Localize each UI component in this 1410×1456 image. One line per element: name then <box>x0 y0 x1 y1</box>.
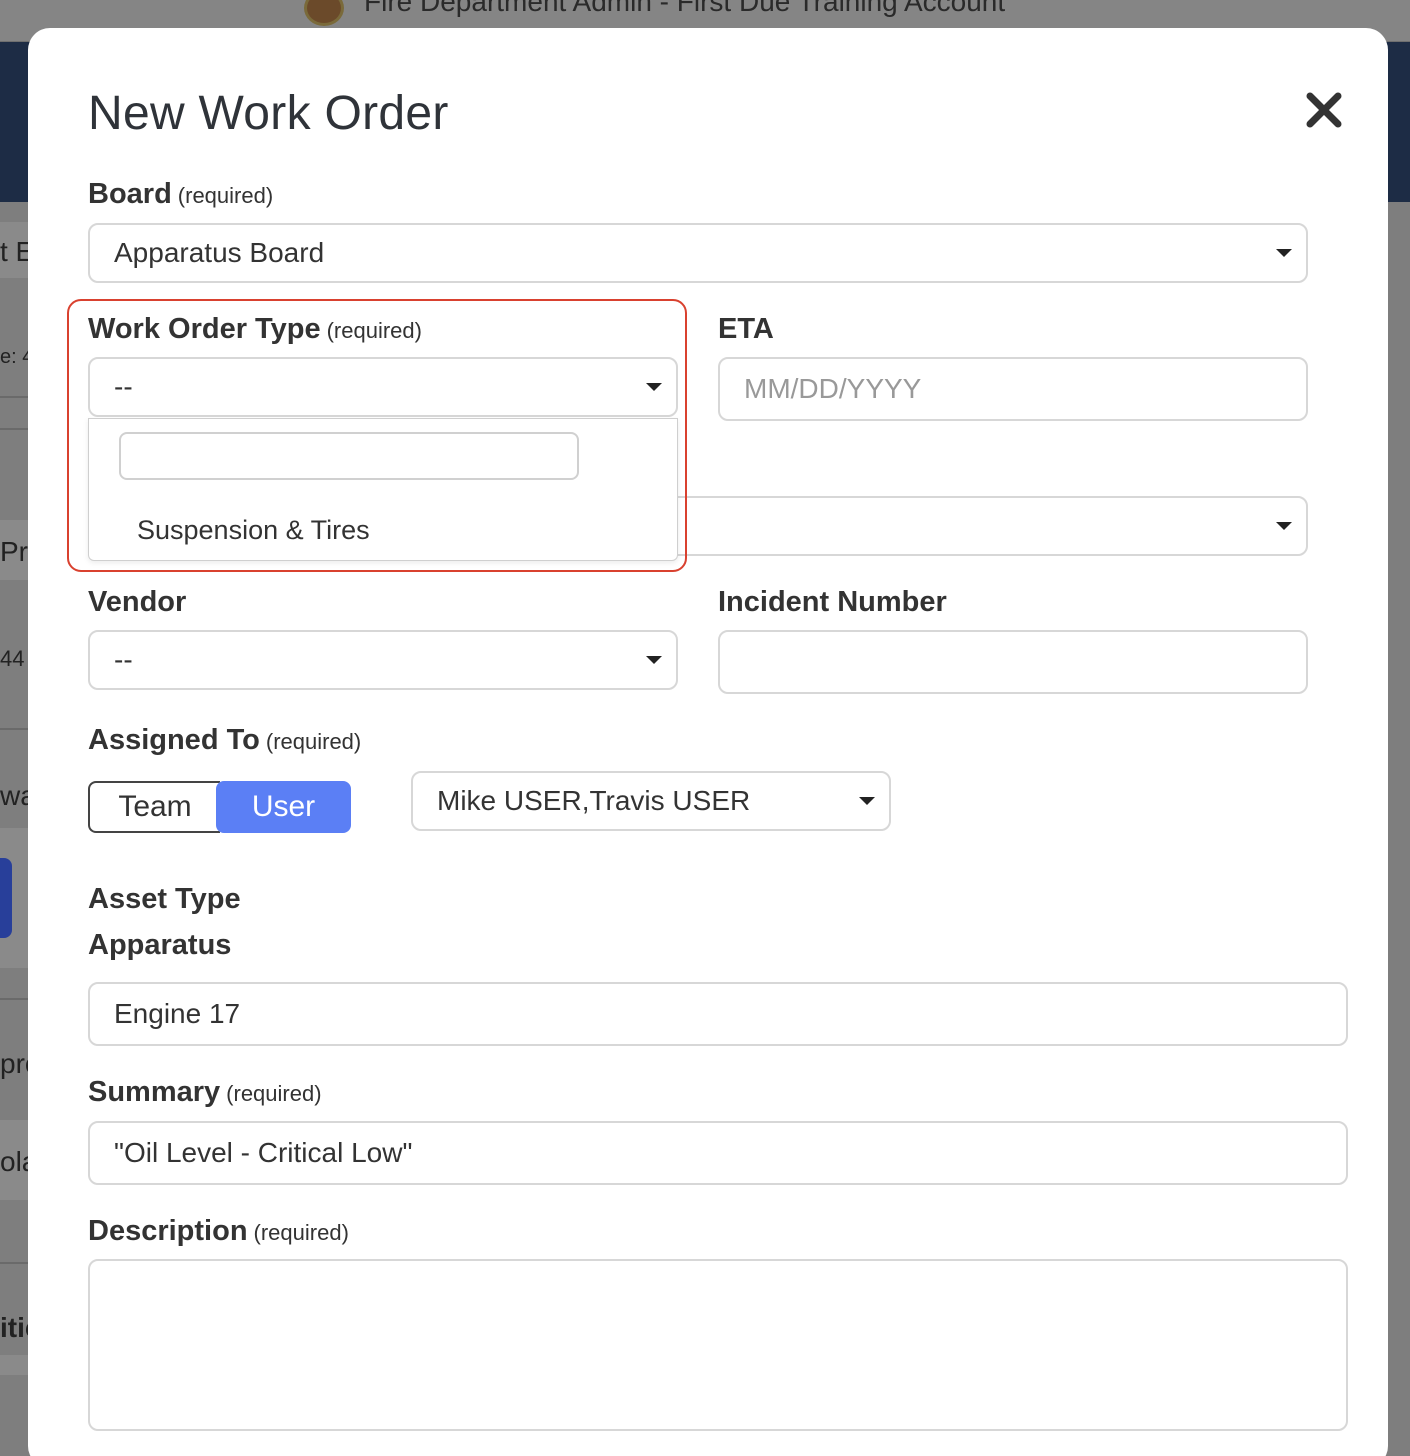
chevron-down-icon <box>646 656 662 664</box>
background-divider <box>0 728 30 730</box>
board-label: Board (required) <box>88 178 273 211</box>
board-select[interactable]: Apparatus Board <box>88 223 1308 283</box>
board-label-text: Board <box>88 178 172 210</box>
incident-number-input[interactable] <box>718 630 1308 694</box>
background-divider <box>0 396 30 398</box>
required-hint: (required) <box>265 729 362 754</box>
asset-input[interactable]: Engine 17 <box>88 982 1348 1046</box>
summary-input[interactable]: "Oil Level - Critical Low" <box>88 1121 1348 1185</box>
description-label: Description (required) <box>88 1215 349 1248</box>
background-app-title: Fire Department Admin - First Due Traini… <box>364 0 1006 17</box>
eta-label: ETA <box>718 313 774 345</box>
background-text: Pr <box>0 536 28 567</box>
eta-placeholder: MM/DD/YYYY <box>744 373 922 404</box>
background-text: 44 <box>0 646 25 671</box>
description-label-text: Description <box>88 1215 248 1247</box>
asset-type-label: Asset Type <box>88 883 241 915</box>
background-divider <box>0 998 30 1000</box>
summary-label-text: Summary <box>88 1076 221 1108</box>
assigned-to-label: Assigned To (required) <box>88 724 361 757</box>
summary-label: Summary (required) <box>88 1076 322 1109</box>
required-hint: (required) <box>177 183 274 208</box>
chevron-down-icon <box>859 797 875 805</box>
background-text: wa <box>0 780 30 811</box>
new-work-order-modal: New Work Order Board (required) Apparatus… <box>28 28 1388 1456</box>
required-hint: (required) <box>226 1081 322 1106</box>
work-order-type-value: -- <box>114 371 133 402</box>
background-divider <box>0 428 30 430</box>
close-button[interactable] <box>1304 90 1344 130</box>
background-text: t E <box>0 236 30 267</box>
incident-number-label: Incident Number <box>718 586 947 618</box>
background-band <box>0 1355 30 1375</box>
required-hint: (required) <box>326 318 422 343</box>
vendor-select[interactable]: -- <box>88 630 678 690</box>
chevron-down-icon <box>646 383 662 391</box>
chevron-down-icon <box>1276 249 1292 257</box>
vendor-label: Vendor <box>88 586 187 618</box>
modal-title: New Work Order <box>88 87 449 140</box>
close-icon <box>1306 92 1342 128</box>
required-hint: (required) <box>253 1220 349 1245</box>
assigned-to-label-text: Assigned To <box>88 724 260 756</box>
chevron-down-icon <box>1276 522 1292 530</box>
background-text: e: 4 <box>0 346 30 368</box>
work-order-type-label: Work Order Type (required) <box>88 313 422 346</box>
background-button <box>0 858 12 938</box>
department-logo <box>304 0 344 26</box>
board-select-value: Apparatus Board <box>114 237 325 268</box>
toggle-user-button[interactable]: User <box>216 781 351 833</box>
work-order-type-dropdown: Suspension & Tires <box>88 418 678 561</box>
background-divider <box>0 1262 30 1264</box>
vendor-select-value: -- <box>114 644 133 675</box>
background-text: itic <box>0 1312 30 1343</box>
work-order-type-select[interactable]: -- <box>88 357 678 417</box>
asset-value: Engine 17 <box>114 998 241 1029</box>
toggle-team-button[interactable]: Team <box>88 781 220 833</box>
assigned-users-select[interactable]: Mike USER,Travis USER <box>411 771 891 831</box>
dropdown-option[interactable]: Suspension & Tires <box>137 515 370 546</box>
dropdown-search-input[interactable] <box>119 432 579 480</box>
eta-input[interactable]: MM/DD/YYYY <box>718 357 1308 421</box>
work-order-type-label-text: Work Order Type <box>88 313 321 345</box>
asset-type-value: Apparatus <box>88 929 232 961</box>
background-text: ola <box>0 1146 30 1177</box>
background-text: pro <box>0 1048 30 1079</box>
description-textarea[interactable] <box>88 1259 1348 1431</box>
assigned-users-value: Mike USER,Travis USER <box>437 785 751 816</box>
summary-value: "Oil Level - Critical Low" <box>114 1137 413 1168</box>
